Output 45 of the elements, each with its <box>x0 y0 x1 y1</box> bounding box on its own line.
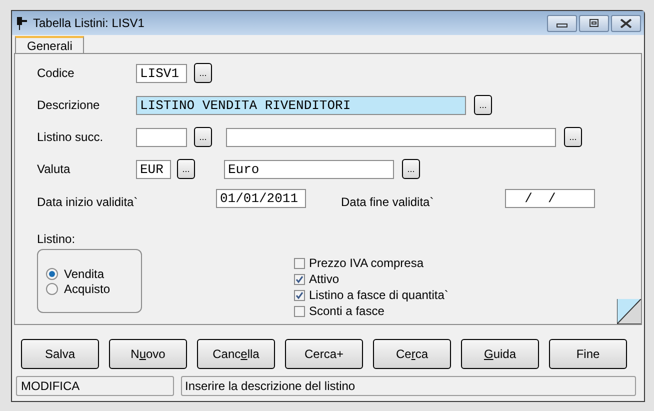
close-button[interactable] <box>611 14 641 32</box>
currency-field[interactable]: EUR <box>136 160 171 178</box>
status-message: Inserire la descrizione del listino <box>181 376 636 396</box>
description-field[interactable]: LISTINO VENDITA RIVENDITORI <box>136 96 466 114</box>
browse-button[interactable]: ... <box>194 63 212 83</box>
radio-option[interactable]: Vendita <box>46 267 141 281</box>
radio-option[interactable]: Acquisto <box>46 282 141 296</box>
status-mode: MODIFICA <box>16 376 174 396</box>
action-button[interactable]: Cerca+ <box>285 339 363 369</box>
action-button[interactable]: Nuovo <box>109 339 187 369</box>
code-field[interactable]: LISV1 <box>136 64 187 82</box>
checkbox-option[interactable]: Attivo <box>294 271 448 287</box>
action-button[interactable]: Salva <box>21 339 99 369</box>
pin-icon <box>15 16 29 30</box>
action-button[interactable]: Guida <box>461 339 539 369</box>
next-list-field[interactable] <box>136 128 187 146</box>
maximize-button[interactable] <box>579 14 609 32</box>
currency-name-field[interactable]: Euro <box>224 160 394 178</box>
field-label: Descrizione <box>37 97 101 114</box>
browse-button[interactable]: ... <box>474 95 492 115</box>
action-button[interactable]: Fine <box>549 339 627 369</box>
field-label: Data fine validita` <box>341 194 435 211</box>
window-title: Tabella Listini: LISV1 <box>33 15 144 32</box>
maximize-icon <box>588 18 600 28</box>
close-icon <box>620 18 632 28</box>
action-button[interactable]: Cancella <box>197 339 275 369</box>
tab[interactable]: Generali <box>15 36 84 53</box>
page-corner-icon <box>617 299 641 324</box>
minimize-button[interactable] <box>547 14 577 32</box>
checkbox-option[interactable]: Sconti a fasce <box>294 303 448 319</box>
field-label: Valuta <box>37 161 72 178</box>
field-label: Data inizio validita` <box>37 194 139 211</box>
browse-button[interactable]: ... <box>194 127 212 147</box>
browse-button[interactable]: ... <box>177 159 195 179</box>
group-label: Listino: <box>37 231 76 248</box>
field-label: Codice <box>37 65 76 82</box>
next-list-name-field[interactable] <box>226 128 556 146</box>
end-date-field[interactable]: / / <box>505 189 595 208</box>
browse-button[interactable]: ... <box>402 159 420 179</box>
start-date-field[interactable]: 01/01/2011 <box>216 189 306 208</box>
browse-button[interactable]: ... <box>564 127 582 147</box>
field-label: Listino succ. <box>37 129 104 146</box>
action-button[interactable]: Cerca <box>373 339 451 369</box>
checkbox-option[interactable]: Listino a fasce di quantita` <box>294 287 448 303</box>
checkbox-option[interactable]: Prezzo IVA compresa <box>294 255 448 271</box>
